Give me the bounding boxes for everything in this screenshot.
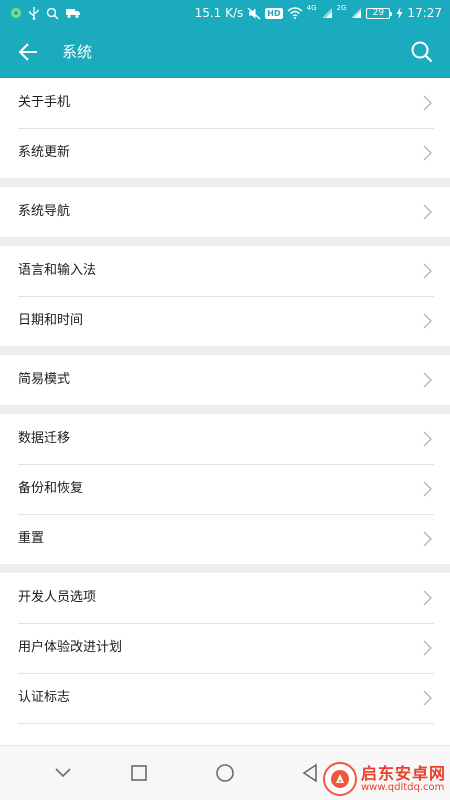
settings-group-simple-mode: 简易模式 (0, 355, 450, 405)
settings-system-page: 15.1 K/s HD 4G 2G 29 17:27 系统 关于手机 系统更新 … (0, 0, 450, 800)
hd-badge: HD (265, 7, 283, 19)
chevron-right-icon (423, 531, 432, 547)
setting-item-label: 重置 (18, 531, 45, 546)
watermark-text: 启东安卓网 www.qdltdq.com (361, 765, 446, 794)
search-button[interactable] (404, 34, 440, 70)
setting-item-label: 数据迁移 (18, 431, 71, 446)
status-bar: 15.1 K/s HD 4G 2G 29 17:27 (0, 0, 450, 26)
navigation-bar: 启东安卓网 www.qdltdq.com (0, 745, 450, 800)
signal-icon (321, 7, 333, 19)
setting-item-about-phone[interactable]: 关于手机 (0, 78, 450, 128)
triangle-back-icon (302, 763, 317, 783)
chevron-right-icon (423, 95, 432, 111)
circle-icon (216, 764, 234, 782)
setting-item-label: 系统更新 (18, 145, 71, 160)
truck-icon (65, 7, 81, 19)
app-header: 系统 (0, 26, 450, 78)
setting-item-label: 语言和输入法 (18, 263, 97, 278)
signal-icon (350, 7, 362, 19)
setting-item-developer-options[interactable]: 开发人员选项 (0, 573, 450, 623)
setting-item-label: 关于手机 (18, 95, 71, 110)
recents-button[interactable] (121, 755, 157, 791)
setting-item-label: 简易模式 (18, 372, 71, 387)
chevron-right-icon (423, 372, 432, 388)
search-icon (411, 41, 433, 63)
network-speed: 15.1 K/s (194, 6, 244, 20)
settings-group-about: 关于手机 系统更新 (0, 78, 450, 178)
chevron-right-icon (423, 431, 432, 447)
setting-item-date-time[interactable]: 日期和时间 (0, 296, 450, 346)
chevron-down-icon (55, 768, 71, 778)
chevron-right-icon (423, 690, 432, 706)
page-title: 系统 (62, 43, 93, 61)
setting-item-data-migration[interactable]: 数据迁移 (0, 414, 450, 464)
chevron-right-icon (423, 263, 432, 279)
search-icon (46, 7, 59, 20)
network-2g-label: 2G (336, 4, 347, 12)
settings-group-navigation: 系统导航 (0, 187, 450, 237)
charging-icon (396, 7, 403, 19)
setting-item-label: 系统导航 (18, 204, 71, 219)
hide-nav-button[interactable] (45, 755, 81, 791)
mute-icon (247, 7, 261, 20)
setting-item-backup-restore[interactable]: 备份和恢复 (0, 464, 450, 514)
setting-item-reset[interactable]: 重置 (0, 514, 450, 564)
setting-item-label: 日期和时间 (18, 313, 84, 328)
chevron-right-icon (423, 640, 432, 656)
setting-item-simple-mode[interactable]: 简易模式 (0, 355, 450, 405)
chevron-right-icon (423, 481, 432, 497)
watermark: 启东安卓网 www.qdltdq.com (322, 762, 446, 796)
app-notification-icon (10, 7, 22, 19)
settings-list: 关于手机 系统更新 系统导航 语言和输入法 日期和时间 简易模式 数据迁移 备份… (0, 78, 450, 758)
setting-item-user-experience[interactable]: 用户体验改进计划 (0, 623, 450, 673)
watermark-main: 启东安卓网 (360, 763, 446, 783)
settings-group-language-time: 语言和输入法 日期和时间 (0, 246, 450, 346)
watermark-logo-icon (330, 770, 349, 788)
wifi-icon (287, 7, 303, 19)
usb-icon (28, 6, 40, 20)
settings-group-data: 数据迁移 备份和恢复 重置 (0, 414, 450, 564)
settings-group-developer: 开发人员选项 用户体验改进计划 认证标志 (0, 573, 450, 749)
setting-item-label: 备份和恢复 (18, 481, 84, 496)
setting-item-label: 认证标志 (18, 690, 71, 705)
status-left (10, 5, 81, 21)
home-button[interactable] (207, 755, 243, 791)
chevron-right-icon (423, 590, 432, 606)
back-button[interactable] (10, 34, 46, 70)
watermark-url: www.qdltdq.com (360, 782, 445, 794)
watermark-logo (322, 762, 357, 796)
setting-item-label: 用户体验改进计划 (18, 640, 123, 655)
chevron-right-icon (423, 145, 432, 161)
setting-item-system-navigation[interactable]: 系统导航 (0, 187, 450, 237)
setting-item-label: 开发人员选项 (18, 590, 97, 605)
setting-item-language-input[interactable]: 语言和输入法 (0, 246, 450, 296)
battery-level: 29 (372, 7, 385, 18)
network-4g-label: 4G (306, 4, 317, 12)
clock: 17:27 (407, 6, 442, 20)
setting-item-system-update[interactable]: 系统更新 (0, 128, 450, 178)
setting-item-certification[interactable]: 认证标志 (0, 673, 450, 723)
chevron-right-icon (423, 204, 432, 220)
chevron-right-icon (423, 313, 432, 329)
battery-indicator: 29 (366, 7, 393, 19)
square-icon (131, 765, 147, 781)
arrow-left-icon (18, 43, 37, 61)
status-right: 15.1 K/s HD 4G 2G 29 17:27 (195, 4, 442, 22)
